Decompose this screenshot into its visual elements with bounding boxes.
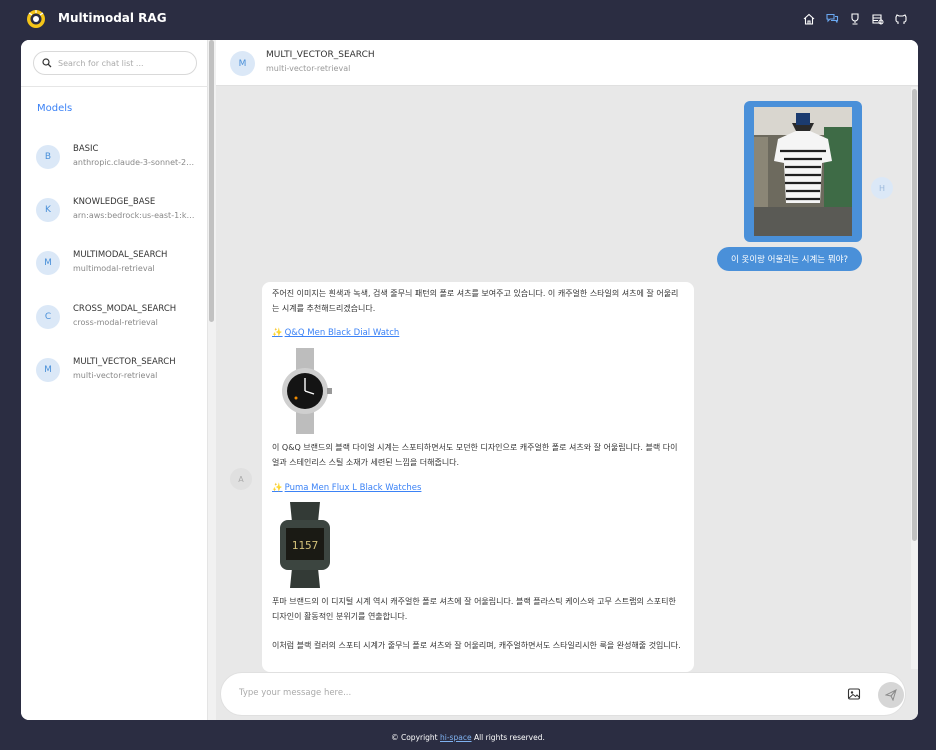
home-icon[interactable] [802,12,816,26]
app-title: Multimodal RAG [58,11,167,25]
chat-scroll-thumb[interactable] [912,89,917,541]
footer-author-link[interactable]: hi-space [440,733,472,742]
model-avatar: B [36,145,60,169]
database-search-icon[interactable] [871,12,885,26]
sparkle-icon: ✨ [272,328,283,338]
model-name: MULTIMODAL_SEARCH [73,250,168,260]
model-id: multi-vector-retrieval [73,371,158,380]
sidebar: Models B BASIC anthropic.claude-3-sonnet… [21,40,208,720]
model-id: anthropic.claude-3-sonnet-20240229-v1:0 [73,158,195,167]
models-heading: Models [37,103,73,114]
model-item-knowledge-base[interactable]: K KNOWLEDGE_BASE arn:aws:bedrock:us-east… [21,190,208,240]
watch-digital-display: 1157 [292,539,319,552]
chat-model-avatar: M [230,51,255,76]
model-id: cross-modal-retrieval [73,318,158,327]
product-link-label[interactable]: Q&Q Men Black Dial Watch [285,328,400,338]
sidebar-scrollbar[interactable] [208,40,216,720]
assistant-conclusion-text: 이처럼 블랙 컬러의 스포티 시계가 줄무늬 폴로 셔츠와 잘 어울리며, 캐주… [272,641,681,650]
footer-rights: All rights reserved. [473,733,545,742]
chat-search-box[interactable] [33,51,197,75]
trophy-icon[interactable] [848,12,862,26]
chat-model-name: MULTI_VECTOR_SEARCH [266,50,375,60]
footer: © Copyright hi-space All rights reserved… [0,733,936,742]
footer-copyright: © Copyright [391,733,438,742]
message-composer [220,672,906,716]
model-name: BASIC [73,144,99,154]
github-icon[interactable] [894,12,908,26]
image-upload-icon[interactable] [847,687,861,701]
chat-model-id: multi-vector-retrieval [266,64,351,73]
top-nav [802,12,908,26]
model-avatar: K [36,198,60,222]
model-name: MULTI_VECTOR_SEARCH [73,357,176,367]
model-avatar: M [36,358,60,382]
app-card: Models B BASIC anthropic.claude-3-sonnet… [21,40,918,720]
message-input[interactable] [239,688,819,698]
search-icon [42,58,52,68]
sidebar-divider [21,86,208,87]
puma-watch-image: 1157 [272,502,338,588]
model-id: arn:aws:bedrock:us-east-1:knowledge-base [73,211,195,220]
assistant-intro-text: 주어진 이미지는 흰색과 녹색, 검색 줄무늬 패턴의 폴로 셔츠를 보여주고 … [272,289,679,313]
model-item-multi-vector-search[interactable]: M MULTI_VECTOR_SEARCH multi-vector-retri… [21,350,208,400]
sparkle-icon: ✨ [272,483,283,493]
send-button[interactable] [878,682,904,708]
model-item-multimodal-search[interactable]: M MULTIMODAL_SEARCH multimodal-retrieval [21,243,208,293]
user-text-message: 이 옷이랑 어울리는 시계는 뭐야? [717,247,862,271]
user-avatar: H [871,177,893,199]
uploaded-shirt-photo [754,107,852,236]
product1-description: 이 Q&Q 브랜드의 블랙 다이얼 시계는 스포티하면서도 모던한 디자인으로 … [272,443,678,467]
sidebar-scroll-thumb[interactable] [209,40,214,322]
assistant-avatar: A [230,468,252,490]
product2-description: 푸마 브랜드의 이 디지털 시계 역시 캐주얼한 폴로 셔츠에 잘 어울립니다.… [272,597,676,621]
chat-scrollbar[interactable] [911,87,918,669]
chat-header: M MULTI_VECTOR_SEARCH multi-vector-retri… [216,40,918,86]
send-icon [885,689,897,701]
model-avatar: C [36,305,60,329]
top-bar: Multimodal RAG [0,0,936,40]
model-name: CROSS_MODAL_SEARCH [73,304,177,314]
product-link-qq-watch[interactable]: ✨ Q&Q Men Black Dial Watch [272,328,399,338]
chat-search-input[interactable] [58,58,188,68]
qq-watch-image [272,348,338,434]
model-avatar: M [36,251,60,275]
product-link-label[interactable]: Puma Men Flux L Black Watches [285,483,422,493]
model-id: multimodal-retrieval [73,264,155,273]
product-link-puma-watch[interactable]: ✨ Puma Men Flux L Black Watches [272,483,421,493]
user-image-message [744,101,862,242]
chat-panel: M MULTI_VECTOR_SEARCH multi-vector-retri… [216,40,918,720]
logo-icon [27,10,45,28]
assistant-message: 주어진 이미지는 흰색과 녹색, 검색 줄무늬 패턴의 폴로 셔츠를 보여주고 … [262,282,694,672]
model-item-cross-modal-search[interactable]: C CROSS_MODAL_SEARCH cross-modal-retriev… [21,297,208,347]
chat-icon[interactable] [825,12,839,26]
model-name: KNOWLEDGE_BASE [73,197,156,207]
model-item-basic[interactable]: B BASIC anthropic.claude-3-sonnet-202402… [21,137,208,187]
